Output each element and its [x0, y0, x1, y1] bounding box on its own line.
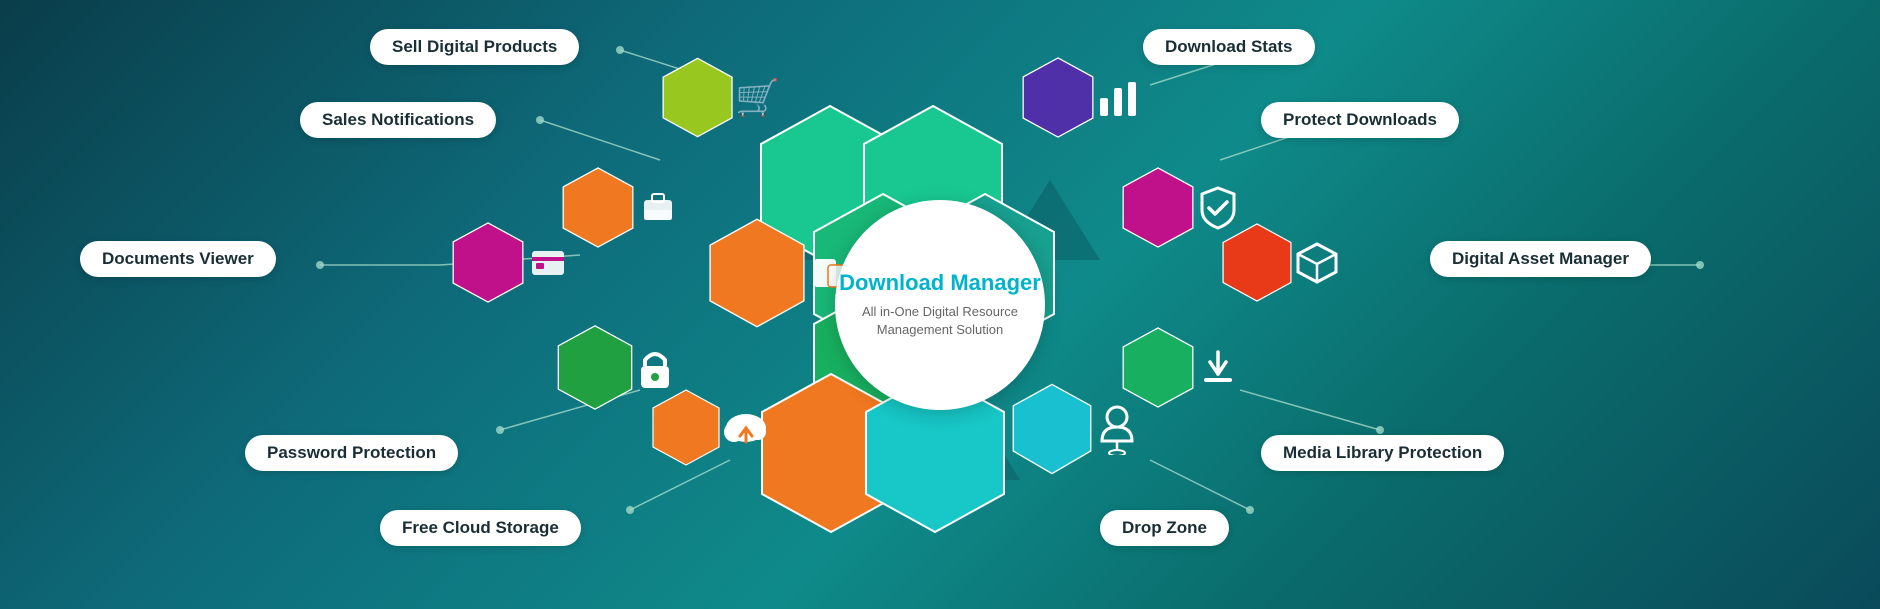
subtitle-line2: Management Solution: [877, 322, 1003, 337]
label-free-cloud: Free Cloud Storage: [380, 510, 581, 546]
label-download-stats: Download Stats: [1143, 29, 1315, 65]
subtitle-line1: All in-One Digital Resource: [862, 304, 1018, 319]
title-manager: Manager: [950, 270, 1040, 295]
center-card: Download Manager All in-One Digital Reso…: [835, 200, 1045, 410]
app-title: Download Manager: [839, 270, 1041, 296]
title-download: Download: [839, 270, 950, 295]
background: 🛒: [0, 0, 1880, 609]
label-digital-asset: Digital Asset Manager: [1430, 241, 1651, 277]
app-subtitle: All in-One Digital Resource Management S…: [847, 303, 1033, 339]
label-sell-digital: Sell Digital Products: [370, 29, 579, 65]
label-protect-downloads: Protect Downloads: [1261, 102, 1459, 138]
hex-orange: [560, 140, 680, 275]
hex-dropzone: [1010, 355, 1140, 503]
label-documents-viewer: Documents Viewer: [80, 241, 276, 277]
label-drop-zone: Drop Zone: [1100, 510, 1229, 546]
label-password-protection: Password Protection: [245, 435, 458, 471]
label-media-library: Media Library Protection: [1261, 435, 1504, 471]
label-sales-notifications: Sales Notifications: [300, 102, 496, 138]
hex-magenta: [450, 195, 570, 330]
